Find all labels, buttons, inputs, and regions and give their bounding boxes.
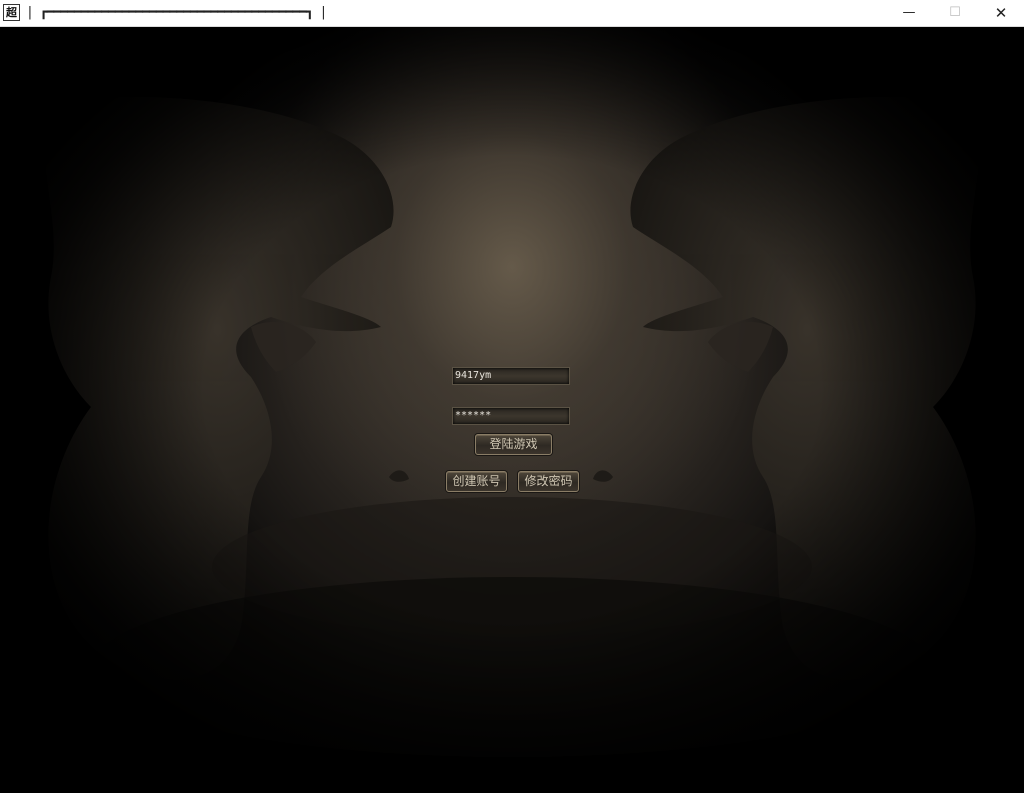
change-password-button[interactable]: 修改密码 (518, 471, 579, 492)
window-title-text: ┏━━━━━━━━━━━━━━━━━━━━━━━━━━━━━━━━━━━━━━┓ (39, 5, 314, 20)
minimize-button[interactable]: — (886, 0, 932, 26)
maximize-button[interactable]: ☐ (932, 0, 978, 26)
title-bar[interactable]: 超 | ┏━━━━━━━━━━━━━━━━━━━━━━━━━━━━━━━━━━━… (0, 0, 1024, 27)
game-viewport: 9417ym ****** 登陆游戏 创建账号 修改密码 (1, 27, 1023, 792)
close-button[interactable]: ✕ (978, 0, 1024, 26)
username-input[interactable]: 9417ym (452, 367, 570, 385)
app-icon: 超 (3, 4, 20, 21)
password-input[interactable]: ****** (452, 407, 570, 425)
create-account-button[interactable]: 创建账号 (446, 471, 507, 492)
window-title: | ┏━━━━━━━━━━━━━━━━━━━━━━━━━━━━━━━━━━━━━… (26, 5, 327, 20)
login-game-button[interactable]: 登陆游戏 (475, 434, 552, 455)
game-window: 超 | ┏━━━━━━━━━━━━━━━━━━━━━━━━━━━━━━━━━━━… (0, 0, 1024, 793)
